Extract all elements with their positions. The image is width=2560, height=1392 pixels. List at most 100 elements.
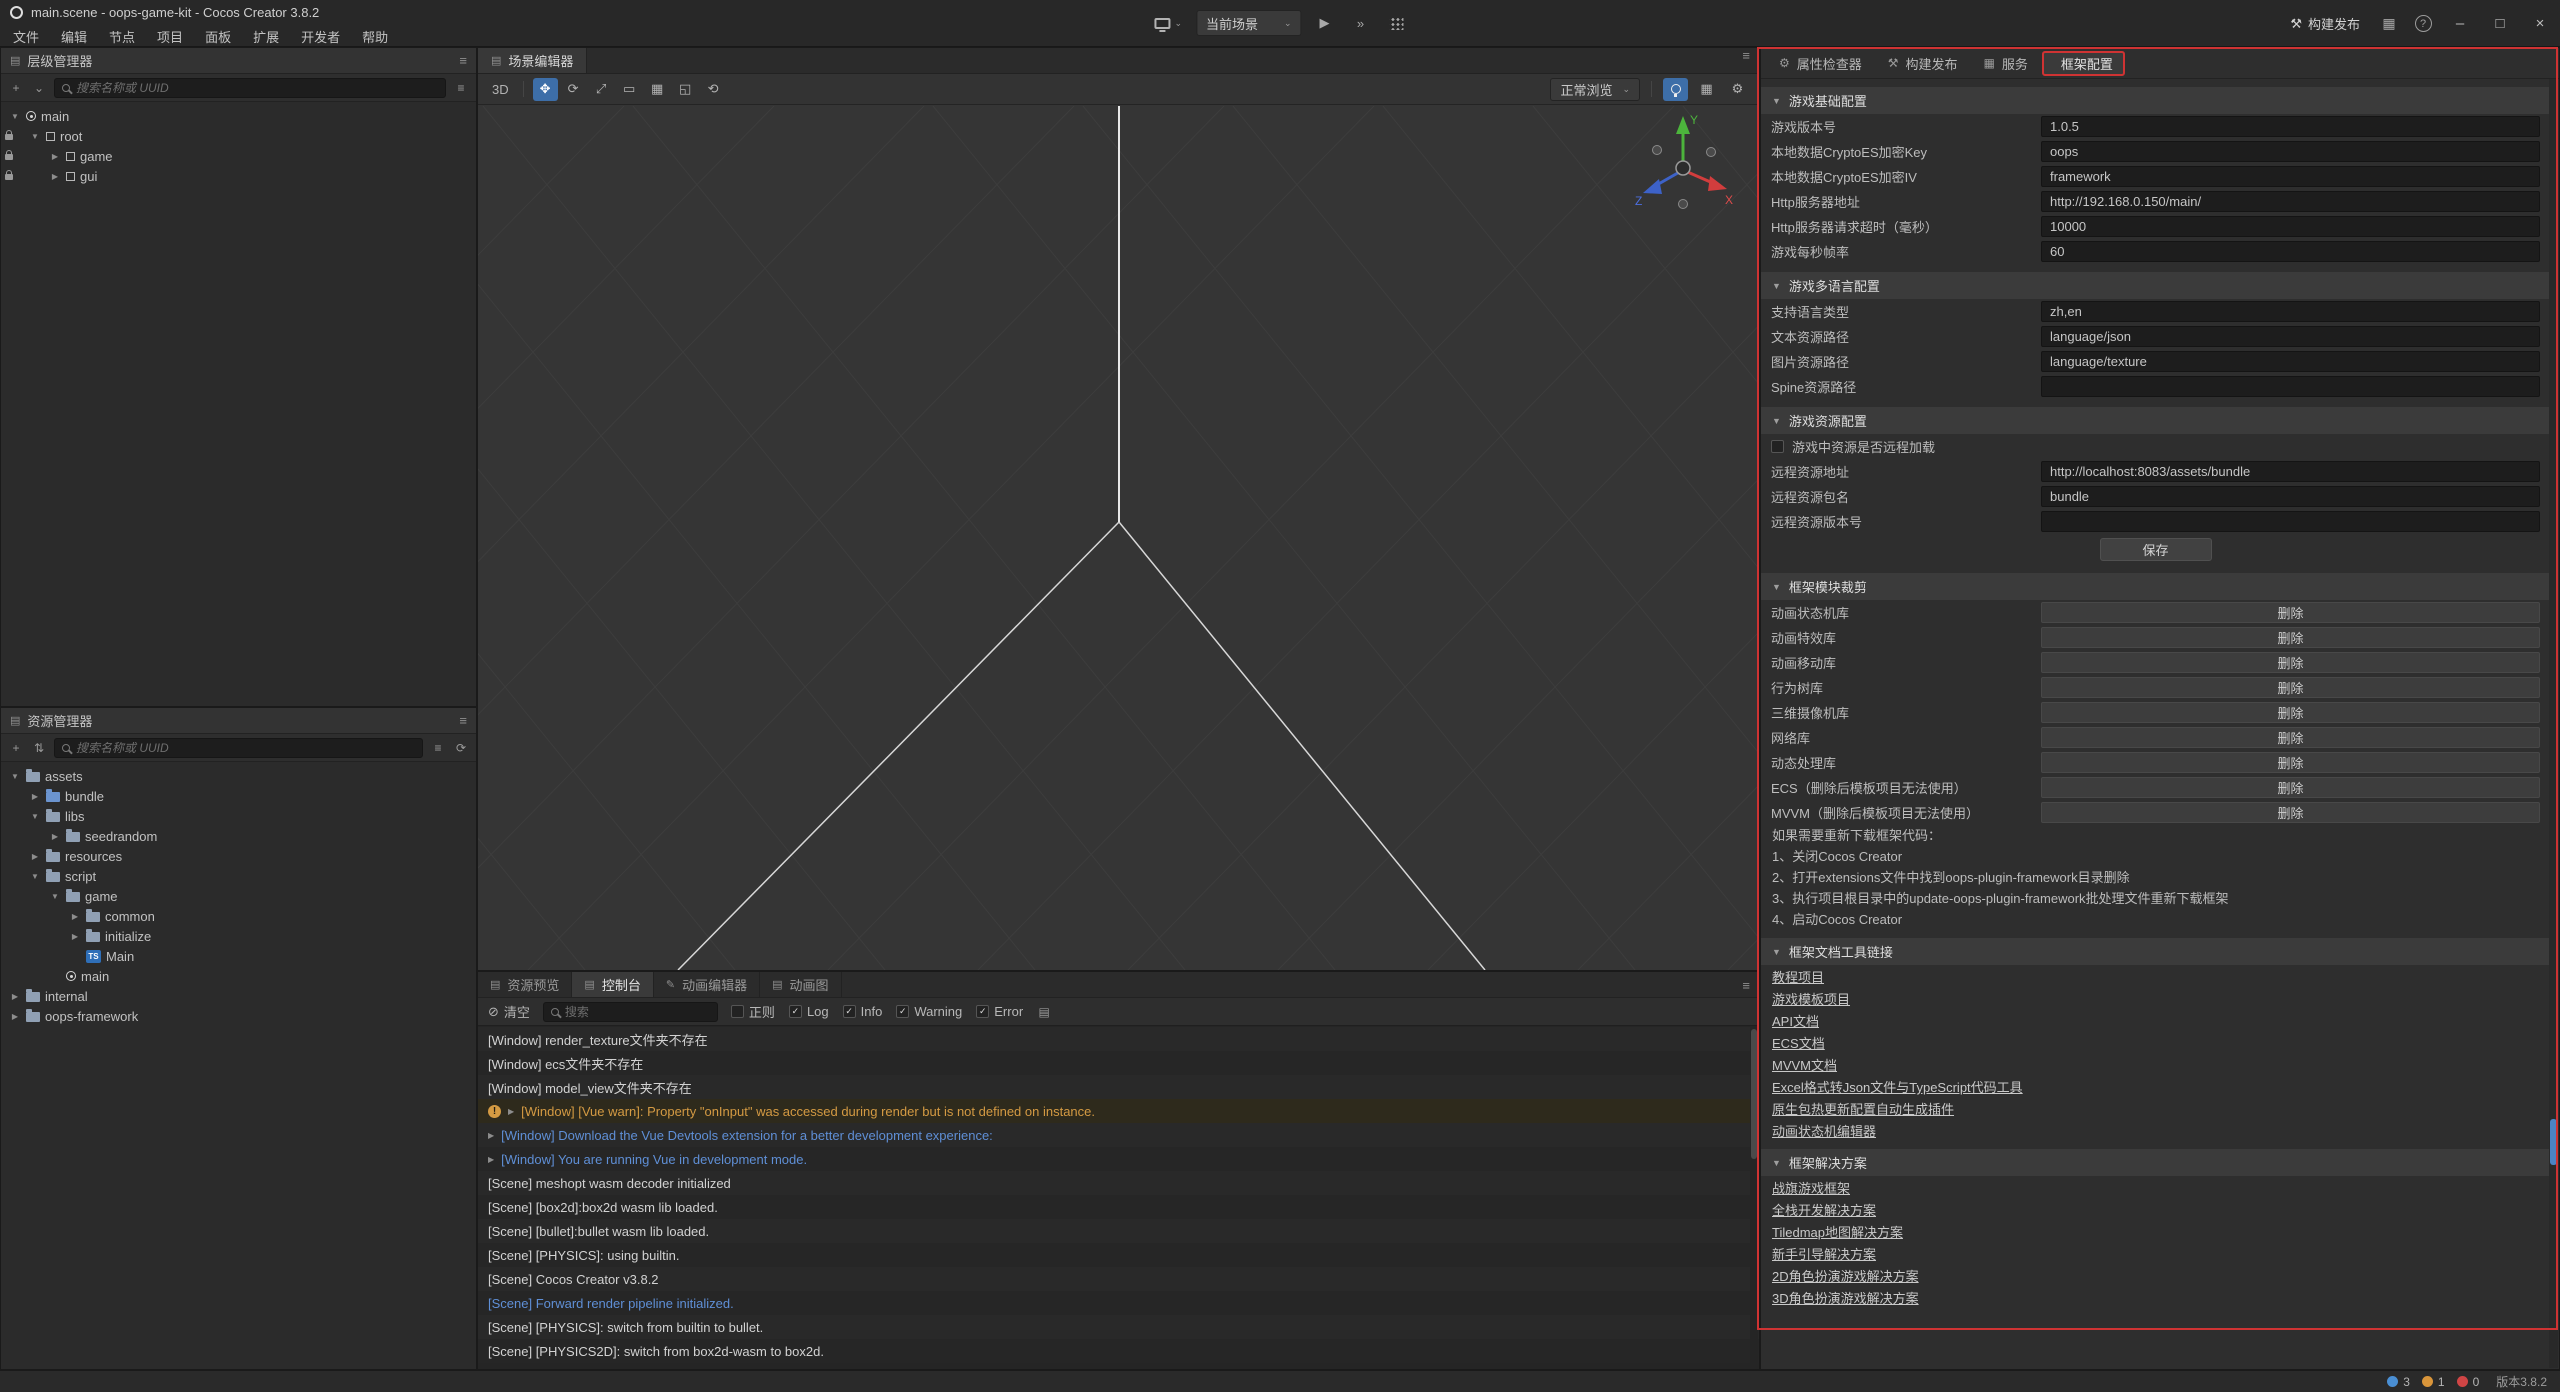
asset-row[interactable]: ▶ resources	[1, 846, 476, 866]
menu-item[interactable]: 开发者	[290, 25, 351, 47]
scene-tool-button[interactable]: ⟳	[561, 78, 586, 101]
lock-icon[interactable]	[5, 134, 13, 140]
inspector-scrollbar[interactable]	[2549, 79, 2558, 1368]
add-node-button[interactable]: +	[8, 81, 24, 95]
property-input[interactable]: http://192.168.0.150/main/	[2041, 191, 2540, 212]
asset-row[interactable]: ▼ libs	[1, 806, 476, 826]
hierarchy-node-row[interactable]: ▼ main	[1, 106, 476, 126]
expand-arrow-icon[interactable]: ▶	[49, 172, 61, 181]
scene-tool-button[interactable]: ✥	[533, 78, 558, 101]
scrollbar-thumb[interactable]	[1751, 1029, 1757, 1159]
assets-search[interactable]	[54, 738, 423, 758]
maximize-button[interactable]: □	[2480, 0, 2520, 47]
expand-chevron-icon[interactable]: ▶	[488, 1155, 494, 1164]
asset-row[interactable]: ▶ seedrandom	[1, 826, 476, 846]
expand-chevron-icon[interactable]: ▶	[508, 1107, 514, 1116]
inspector-tab[interactable]: 框架配置	[2042, 51, 2125, 76]
view-gizmo[interactable]: X Y Z	[1623, 108, 1743, 228]
layout-grid-button[interactable]	[1384, 10, 1410, 36]
solution-link[interactable]: 战旗游戏框架	[1772, 1179, 1850, 1198]
delete-module-button[interactable]: 删除	[2041, 702, 2540, 723]
doc-link[interactable]: 教程项目	[1772, 968, 1824, 987]
log-row[interactable]: [Scene] [bullet]:bullet wasm lib loaded.	[478, 1219, 1759, 1243]
expand-arrow-icon[interactable]: ▶	[29, 852, 41, 861]
asset-row[interactable]: ▼ assets	[1, 766, 476, 786]
console-search-input[interactable]	[565, 1005, 710, 1019]
asset-row[interactable]: ▶ common	[1, 906, 476, 926]
scene-settings-button[interactable]: ⚙	[1725, 78, 1750, 101]
property-input[interactable]: oops	[2041, 141, 2540, 162]
doc-link[interactable]: API文档	[1772, 1012, 1819, 1031]
expand-arrow-icon[interactable]: ▼	[29, 132, 41, 141]
delete-module-button[interactable]: 删除	[2041, 602, 2540, 623]
property-input[interactable]	[2041, 511, 2540, 532]
clear-console-button[interactable]: ⊘ 清空	[488, 1002, 530, 1021]
property-input[interactable]: language/json	[2041, 326, 2540, 347]
hierarchy-node-row[interactable]: ▶ gui	[1, 166, 476, 186]
delete-module-button[interactable]: 删除	[2041, 777, 2540, 798]
solution-link[interactable]: 全栈开发解决方案	[1772, 1201, 1876, 1220]
log-row[interactable]: [Scene] [PHYSICS2D]: switch from box2d-w…	[478, 1339, 1759, 1363]
expand-arrow-icon[interactable]: ▶	[29, 792, 41, 801]
expand-arrow-icon[interactable]: ▶	[9, 992, 21, 1001]
filter-icon[interactable]: ≡	[453, 81, 469, 95]
export-log-icon[interactable]: ▤	[1036, 1005, 1052, 1019]
log-filter-checkbox[interactable]: ✓ 正则	[731, 1002, 775, 1021]
sort-icon[interactable]: ⇅	[31, 741, 47, 755]
solution-link[interactable]: 2D角色扮演游戏解决方案	[1772, 1267, 1919, 1286]
message-counter[interactable]: 0	[2457, 1375, 2480, 1389]
log-row[interactable]: [Scene] meshopt wasm decoder initialized	[478, 1171, 1759, 1195]
scrollbar-thumb[interactable]	[2550, 1119, 2557, 1165]
inspector-tab[interactable]: ⚙ 属性检查器	[1767, 51, 1874, 76]
delete-module-button[interactable]: 删除	[2041, 627, 2540, 648]
expand-arrow-icon[interactable]: ▼	[49, 892, 61, 901]
expand-arrow-icon[interactable]: ▼	[29, 872, 41, 881]
console-scrollbar[interactable]	[1750, 1027, 1758, 1368]
hierarchy-node-row[interactable]: ▶ game	[1, 146, 476, 166]
console-tab[interactable]: ▤ 控制台	[572, 972, 653, 997]
mode-3d-toggle[interactable]: 3D	[487, 78, 514, 101]
section-modules[interactable]: ▼ 框架模块裁剪	[1761, 573, 2550, 600]
scene-viewport[interactable]: X Y Z	[478, 106, 1759, 970]
section-solutions[interactable]: ▼ 框架解决方案	[1761, 1149, 2550, 1176]
view-mode-select[interactable]: 正常浏览 ⌄	[1550, 78, 1640, 101]
message-counter[interactable]: 3	[2387, 1375, 2410, 1389]
lock-icon[interactable]	[5, 154, 13, 160]
property-input[interactable]	[2041, 376, 2540, 397]
property-input[interactable]: language/texture	[2041, 351, 2540, 372]
save-button[interactable]: 保存	[2100, 538, 2212, 561]
expand-arrow-icon[interactable]: ▶	[69, 912, 81, 921]
scene-tool-button[interactable]: ▭	[617, 78, 642, 101]
delete-module-button[interactable]: 删除	[2041, 752, 2540, 773]
view-grid-button[interactable]: ▦	[1694, 78, 1719, 101]
section-docs[interactable]: ▼ 框架文档工具链接	[1761, 938, 2550, 965]
delete-module-button[interactable]: 删除	[2041, 727, 2540, 748]
doc-link[interactable]: 动画状态机编辑器	[1772, 1122, 1876, 1141]
expand-arrow-icon[interactable]: ▶	[49, 152, 61, 161]
solution-link[interactable]: 新手引导解决方案	[1772, 1245, 1876, 1264]
panel-menu-icon[interactable]: ≡	[459, 713, 467, 728]
doc-link[interactable]: MVVM文档	[1772, 1056, 1837, 1075]
chevron-down-icon[interactable]: ⌄	[31, 81, 47, 95]
asset-row[interactable]: ▼ script	[1, 866, 476, 886]
log-filter-checkbox[interactable]: ✓ Log	[789, 1002, 829, 1021]
asset-row[interactable]: ▶ bundle	[1, 786, 476, 806]
menu-item[interactable]: 节点	[98, 25, 146, 47]
play-button[interactable]: ▶	[1312, 10, 1338, 36]
tab-scene-editor[interactable]: ▤ 场景编辑器	[478, 48, 587, 73]
hierarchy-search[interactable]	[54, 78, 446, 98]
add-asset-button[interactable]: +	[8, 741, 24, 755]
log-row[interactable]: [Scene] Cocos Creator v3.8.2	[478, 1267, 1759, 1291]
solution-link[interactable]: Tiledmap地图解决方案	[1772, 1223, 1903, 1242]
log-row[interactable]: ! ▶ [Window] [Vue warn]: Property "onInp…	[478, 1099, 1759, 1123]
delete-module-button[interactable]: 删除	[2041, 652, 2540, 673]
expand-arrow-icon[interactable]: ▶	[49, 832, 61, 841]
log-row[interactable]: [Window] model_view文件夹不存在	[478, 1075, 1759, 1099]
scene-tool-button[interactable]: ▦	[645, 78, 670, 101]
refresh-icon[interactable]: ⟳	[453, 741, 469, 755]
expand-arrow-icon[interactable]: ▼	[29, 812, 41, 821]
panel-menu-icon[interactable]: ≡	[1742, 48, 1750, 63]
asset-row[interactable]: ▼ game	[1, 886, 476, 906]
doc-link[interactable]: Excel格式转Json文件与TypeScript代码工具	[1772, 1078, 2023, 1097]
property-input[interactable]: 1.0.5	[2041, 116, 2540, 137]
